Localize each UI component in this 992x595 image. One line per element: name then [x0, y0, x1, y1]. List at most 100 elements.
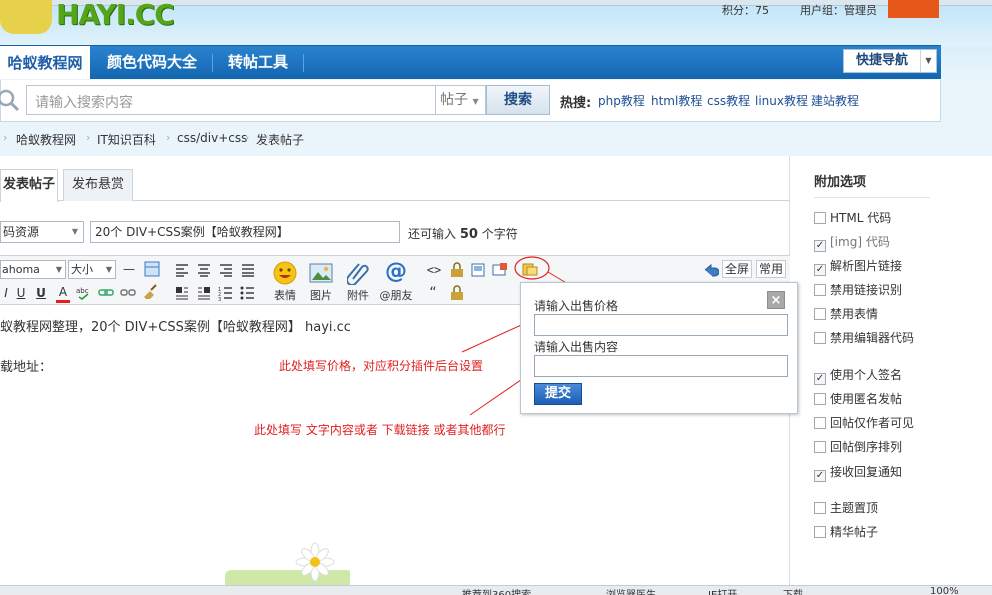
size-select[interactable]: 大小 ▼ — [68, 260, 116, 279]
option-disable-editor-code[interactable]: 禁用编辑器代码 — [814, 331, 914, 347]
editor-line-2[interactable]: 载地址： — [0, 356, 52, 375]
table-icon[interactable] — [144, 261, 160, 277]
submit-button[interactable]: 提交 — [534, 383, 582, 405]
option-reply-author-only[interactable]: 回帖仅作者可见 — [814, 416, 914, 432]
checkbox[interactable] — [814, 212, 826, 224]
chevron-down-icon: ▼ — [920, 50, 936, 72]
status-item-360[interactable]: 推荐到360搜索 — [462, 586, 531, 595]
quick-nav-button[interactable]: 快捷导航 ▼ — [843, 49, 937, 73]
sell-content-input[interactable] — [534, 355, 788, 377]
editor-line-1[interactable]: 蚁教程网整理，20个 DIV+CSS案例【哈蚁教程网】 hayi.cc — [0, 316, 351, 335]
breadcrumb-it[interactable]: IT知识百科 — [97, 131, 156, 148]
sell-content-icon[interactable] — [522, 261, 538, 277]
checkbox[interactable]: ✓ — [814, 373, 826, 385]
underline-icon[interactable]: U — [14, 285, 28, 301]
header-badge[interactable] — [888, 0, 939, 18]
ordered-list-icon[interactable]: 123 — [218, 285, 234, 301]
chevron-down-icon: ▼ — [470, 97, 479, 106]
link-icon[interactable] — [98, 284, 114, 300]
align-right-icon[interactable] — [218, 262, 234, 278]
option-reply-notify[interactable]: ✓ 接收回复通知 — [814, 465, 902, 482]
site-logo[interactable]: HAYI.CC — [0, 0, 175, 40]
hot-link-php[interactable]: php教程 — [598, 92, 645, 109]
at-friend-label[interactable]: @朋友 — [378, 287, 414, 303]
float-left-icon[interactable] — [174, 285, 190, 301]
option-disable-link-detection[interactable]: 禁用链接识别 — [814, 283, 902, 299]
checkbox[interactable] — [814, 393, 826, 405]
flash-icon[interactable] — [492, 262, 508, 278]
code-icon[interactable]: <> — [426, 262, 442, 278]
unordered-list-icon[interactable] — [240, 285, 256, 301]
tab-bounty[interactable]: 发布悬赏 — [63, 169, 133, 201]
search-input[interactable]: 请输入搜索内容 — [26, 85, 436, 115]
image-icon[interactable] — [309, 263, 333, 283]
lock-icon[interactable] — [449, 262, 465, 278]
align-center-icon[interactable] — [196, 262, 212, 278]
float-right-icon[interactable] — [196, 285, 212, 301]
checkbox[interactable] — [814, 284, 826, 296]
unlink-icon[interactable] — [120, 284, 136, 300]
emoji-label[interactable]: 表情 — [272, 287, 298, 303]
spellcheck-icon[interactable]: abc — [76, 284, 92, 300]
status-zoom[interactable]: 100% — [930, 586, 959, 595]
checkbox[interactable] — [814, 526, 826, 538]
horizontal-rule-icon[interactable]: — — [122, 261, 136, 277]
nav-item-home[interactable]: 哈蚁教程网 — [0, 46, 90, 79]
option-disable-smilies[interactable]: 禁用表情 — [814, 307, 878, 323]
option-parse-image-links[interactable]: ✓ 解析图片链接 — [814, 259, 902, 276]
option-use-signature[interactable]: ✓ 使用个人签名 — [814, 368, 902, 385]
chevron-down-icon: ▼ — [71, 227, 78, 236]
post-type-select[interactable]: 码资源 ▼ — [0, 221, 84, 243]
checkbox[interactable] — [814, 332, 826, 344]
checkbox[interactable] — [814, 502, 826, 514]
breadcrumb-css[interactable]: css/div+css — [177, 131, 247, 145]
close-icon[interactable]: × — [767, 291, 785, 309]
undo-icon[interactable] — [703, 262, 719, 278]
svg-text:abc: abc — [76, 287, 89, 295]
italic-icon[interactable]: I — [0, 285, 12, 301]
title-input[interactable]: 20个 DIV+CSS案例【哈蚁教程网】 — [90, 221, 400, 243]
align-left-icon[interactable] — [174, 262, 190, 278]
checkbox[interactable]: ✓ — [814, 470, 826, 482]
font-select[interactable]: ahoma ▼ — [0, 260, 66, 279]
hot-link-site[interactable]: 建站教程 — [811, 92, 859, 109]
paperclip-icon[interactable] — [347, 261, 369, 285]
font-color-icon[interactable]: A — [56, 284, 70, 303]
checkbox[interactable]: ✓ — [814, 264, 826, 276]
tab-new-post[interactable]: 发表帖子 — [0, 169, 58, 202]
text-underline-icon[interactable]: U — [34, 285, 48, 301]
option-digest[interactable]: 精华帖子 — [814, 525, 878, 541]
nav-item-repost-tool[interactable]: 转帖工具 — [214, 46, 302, 79]
status-item-download[interactable]: 下载 — [783, 586, 803, 595]
media-icon[interactable] — [470, 262, 486, 278]
option-sticky[interactable]: 主题置顶 — [814, 501, 878, 517]
fullscreen-button[interactable]: 全屏 — [722, 260, 752, 278]
at-icon[interactable]: @ — [384, 260, 408, 284]
status-item-doctor[interactable]: 浏览器医生 — [606, 586, 656, 595]
image-label[interactable]: 图片 — [308, 287, 334, 303]
attachment-label[interactable]: 附件 — [344, 287, 372, 303]
hot-link-linux[interactable]: linux教程 — [755, 92, 808, 109]
search-scope-select[interactable]: 帖子 ▼ — [436, 85, 486, 115]
checkbox[interactable] — [814, 417, 826, 429]
checkbox[interactable] — [814, 441, 826, 453]
user-group: 用户组：管理员 — [800, 4, 877, 17]
clear-format-icon[interactable] — [142, 283, 158, 299]
option-reverse-order[interactable]: 回帖倒序排列 — [814, 440, 902, 456]
hide-content-icon[interactable] — [449, 285, 465, 301]
common-mode-button[interactable]: 常用 — [756, 260, 786, 278]
status-item-ie[interactable]: IE打开 — [708, 586, 737, 595]
hot-link-css[interactable]: css教程 — [707, 92, 750, 109]
breadcrumb-home[interactable]: 哈蚁教程网 — [16, 131, 76, 148]
search-button[interactable]: 搜索 — [486, 85, 550, 115]
checkbox[interactable] — [814, 308, 826, 320]
emoji-icon[interactable] — [273, 261, 297, 285]
quote-icon[interactable]: “ — [426, 285, 440, 301]
nav-separator — [303, 54, 304, 72]
justify-icon[interactable] — [240, 262, 256, 278]
hot-link-html[interactable]: html教程 — [651, 92, 702, 109]
option-html-code[interactable]: HTML 代码 — [814, 211, 891, 227]
nav-item-colors[interactable]: 颜色代码大全 — [94, 46, 210, 79]
option-anonymous[interactable]: 使用匿名发帖 — [814, 392, 902, 408]
price-input[interactable] — [534, 314, 788, 336]
